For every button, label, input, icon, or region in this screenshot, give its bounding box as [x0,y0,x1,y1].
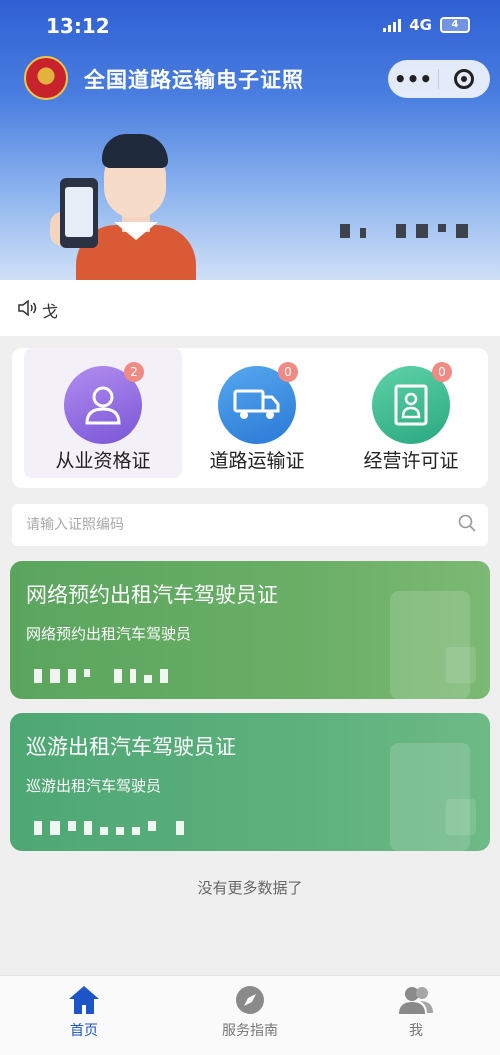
status-bar: 13:12 4G 4 [0,0,500,52]
category-badge: 0 [432,362,452,382]
user-icon [356,982,476,1018]
category-badge: 0 [278,362,298,382]
tab-me[interactable]: 我 [356,982,476,1040]
app-title: 全国道路运输电子证照 [84,68,304,92]
document-watermark-icon [390,743,476,851]
tab-service-guide[interactable]: 服务指南 [190,982,310,1040]
battery-level: 4 [451,19,459,30]
category-business-permit[interactable]: 0 经营许可证 [332,348,490,478]
more-dots-icon[interactable]: ••• [388,67,438,91]
tab-home[interactable]: 首页 [24,982,144,1040]
search-icon[interactable] [458,514,476,532]
miniprogram-capsule: ••• [388,60,490,98]
tab-label: 我 [409,1023,423,1039]
status-right: 4G 4 [383,16,470,34]
no-more-data-text: 没有更多数据了 [197,879,303,897]
national-emblem-icon [24,56,68,100]
signal-icon [383,18,402,32]
header-banner: 13:12 4G 4 全国道路运输电子证照 ••• [0,0,500,280]
license-subtitle: 网络预约出租汽车驾驶员 [26,625,192,643]
bottom-tab-bar: 首页 服务指南 我 [0,975,500,1055]
document-watermark-icon [390,591,476,699]
search-input[interactable] [26,504,446,546]
miniprogram-close-icon[interactable] [439,69,489,89]
category-label: 从业资格证 [55,450,151,472]
masked-user-id [340,224,468,238]
category-label: 道路运输证 [209,450,305,472]
masked-license-number [34,669,168,683]
speaker-icon [18,299,38,320]
category-label: 经营许可证 [363,450,459,472]
home-icon [24,982,144,1018]
network-label: 4G [409,16,432,34]
license-card[interactable]: 网络预约出租汽车驾驶员证 网络预约出租汽车驾驶员 [10,561,490,699]
search-bar [12,504,488,546]
license-subtitle: 巡游出租汽车驾驶员 [26,777,162,795]
license-title: 巡游出租汽车驾驶员证 [26,735,236,759]
masked-license-number [34,821,184,835]
license-title: 网络预约出租汽车驾驶员证 [26,583,278,607]
battery-icon: 4 [440,17,470,33]
category-transport[interactable]: 0 道路运输证 [178,348,336,478]
category-qualification[interactable]: 2 从业资格证 [24,348,182,478]
compass-icon [190,982,310,1018]
license-card[interactable]: 巡游出租汽车驾驶员证 巡游出租汽车驾驶员 [10,713,490,851]
tab-label: 服务指南 [222,1023,278,1039]
tab-label: 首页 [70,1023,98,1039]
status-time: 13:12 [46,14,110,38]
category-badge: 2 [124,362,144,382]
banner-illustration [46,130,196,280]
notice-bar[interactable]: 戈 [0,280,500,336]
notice-text: 戈 [42,302,59,321]
license-categories: 2 从业资格证 0 道路运输证 0 经营许可证 [12,348,488,488]
